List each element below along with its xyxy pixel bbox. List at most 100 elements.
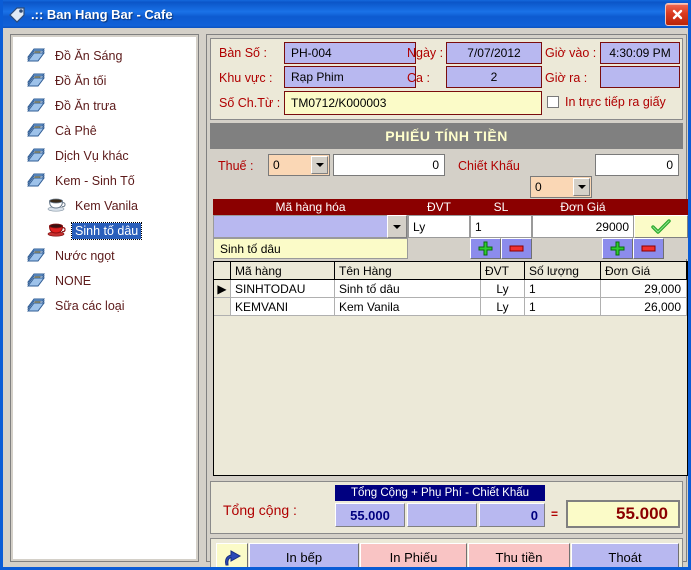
row-qty: 1: [525, 298, 601, 316]
grid-col-qty[interactable]: Số lượng: [525, 262, 601, 280]
grid-col-unit[interactable]: ĐVT: [481, 262, 525, 280]
tree-item-dich-vu-khac[interactable]: Dịch Vụ khác: [14, 143, 195, 168]
row-qty: 1: [525, 280, 601, 298]
tree-item-do-an-sang[interactable]: Đồ Ăn Sáng: [14, 43, 195, 68]
price-increase-button[interactable]: [602, 238, 633, 259]
close-button[interactable]: [665, 3, 688, 26]
date-field[interactable]: 7/07/2012: [446, 42, 542, 64]
redo-arrow-icon: [225, 549, 242, 565]
row-unit: Ly: [481, 298, 525, 316]
tree-item-nuoc-ngot[interactable]: Nước ngọt: [14, 243, 195, 268]
item-code-select[interactable]: [213, 215, 408, 238]
totals-label: Tổng cộng :: [223, 502, 297, 518]
tree-item-ca-phe[interactable]: Cà Phê: [14, 118, 195, 143]
tree-item-sua-cac-loai[interactable]: Sữa các loại: [14, 293, 195, 318]
doc-number-field[interactable]: TM0712/K000003: [284, 91, 542, 115]
tree-item-sinh-to-dau[interactable]: Sinh tố dâu: [14, 218, 195, 243]
tax-rate-value: 0: [273, 158, 280, 172]
print-direct-checkbox[interactable]: [547, 96, 559, 108]
row-code: KEMVANI: [231, 298, 335, 316]
tree-item-label: Đồ Ăn trưa: [55, 98, 117, 113]
green-check-icon: [651, 218, 671, 234]
row-indicator: [214, 298, 231, 316]
table-row[interactable]: ▶ SINHTODAU Sinh tố dâu Ly 1 29,000: [214, 280, 687, 298]
grid-col-price[interactable]: Đơn Giá: [601, 262, 687, 280]
folder-docs-icon: [26, 46, 46, 66]
item-price-field[interactable]: 29000: [532, 215, 634, 238]
time-in-label: Giờ vào :: [545, 46, 597, 60]
grid-col-code[interactable]: Mã hàng: [231, 262, 335, 280]
row-price: 26,000: [601, 298, 687, 316]
folder-docs-icon: [26, 246, 46, 266]
collect-money-button[interactable]: Thu tiền: [468, 543, 570, 567]
minus-icon: [509, 245, 524, 252]
time-out-label: Giờ ra :: [545, 71, 588, 85]
discount-amount-field[interactable]: 0: [595, 154, 679, 176]
shift-label: Ca :: [407, 71, 430, 85]
exit-button[interactable]: Thoát: [571, 543, 679, 567]
discount-total-field[interactable]: 0: [479, 503, 545, 527]
white-coffee-cup-icon: [47, 196, 66, 215]
tree-item-label: Sữa các loại: [55, 298, 125, 313]
table-number-field[interactable]: PH-004: [284, 42, 416, 64]
entry-spacer: [408, 238, 470, 259]
entry-col-action: [634, 199, 688, 215]
item-entry-header: Mã hàng hóa ĐVT SL Đơn Giá: [213, 199, 688, 215]
discount-label: Chiết Khấu: [458, 159, 520, 173]
price-decrease-button[interactable]: [633, 238, 664, 259]
action-bar: In bếp In Phiếu Thu tiền Thoát: [210, 538, 683, 567]
category-tree-panel: Đồ Ăn Sáng Đồ Ăn tối Đồ Ăn trưa Cà Phê D…: [10, 34, 199, 562]
chevron-down-icon[interactable]: [573, 178, 590, 196]
tree-item-label: Cà Phê: [55, 123, 97, 138]
tax-label: Thuế :: [218, 159, 254, 173]
time-in-field[interactable]: 4:30:09 PM: [600, 42, 680, 64]
doc-number-label: Số Ch.Từ :: [219, 96, 281, 110]
tree-item-do-an-toi[interactable]: Đồ Ăn tối: [14, 68, 195, 93]
chevron-down-icon[interactable]: [387, 215, 407, 238]
tree-item-none[interactable]: NONE: [14, 268, 195, 293]
plus-icon: [478, 241, 493, 256]
confirm-item-button[interactable]: [634, 215, 688, 238]
tree-item-kem-sinh-to[interactable]: Kem - Sinh Tố: [14, 168, 195, 193]
refresh-button[interactable]: [216, 543, 248, 567]
tree-item-label: Kem - Sinh Tố: [55, 173, 135, 188]
area-field[interactable]: Rạp Phim: [284, 66, 416, 88]
print-direct-label: In trực tiếp ra giấy: [565, 95, 666, 109]
discount-rate-select[interactable]: 0: [530, 176, 592, 198]
shift-field[interactable]: 2: [446, 66, 542, 88]
close-icon: [672, 9, 683, 20]
selected-item-name: Sinh tố dâu: [213, 238, 408, 259]
print-kitchen-button[interactable]: In bếp: [249, 543, 359, 567]
folder-docs-icon: [26, 171, 46, 191]
row-name: Sinh tố dâu: [335, 280, 481, 298]
tree-item-kem-vanila[interactable]: Kem Vanila: [14, 193, 195, 218]
tax-amount-field[interactable]: 0: [333, 154, 445, 176]
red-coffee-cup-icon: [47, 221, 66, 240]
plus-icon: [610, 241, 625, 256]
category-tree[interactable]: Đồ Ăn Sáng Đồ Ăn tối Đồ Ăn trưa Cà Phê D…: [13, 37, 196, 559]
minus-icon: [641, 245, 656, 252]
order-header-fields: Bàn Số : PH-004 Khu vực : Rạp Phim Số Ch…: [210, 38, 683, 120]
tree-item-do-an-trua[interactable]: Đồ Ăn trưa: [14, 93, 195, 118]
grid-col-name[interactable]: Tên Hàng: [335, 262, 481, 280]
table-row[interactable]: KEMVANI Kem Vanila Ly 1 26,000: [214, 298, 687, 316]
item-qty-field[interactable]: 1: [470, 215, 532, 238]
table-label: Bàn Số :: [219, 46, 267, 60]
item-unit-field[interactable]: Ly: [408, 215, 470, 238]
folder-docs-icon: [26, 271, 46, 291]
order-items-grid[interactable]: Mã hàng Tên Hàng ĐVT Số lượng Đơn Giá ▶ …: [213, 261, 688, 476]
qty-decrease-button[interactable]: [501, 238, 532, 259]
subtotal-field[interactable]: 55.000: [335, 503, 405, 527]
surcharge-field[interactable]: [407, 503, 477, 527]
qty-increase-button[interactable]: [470, 238, 501, 259]
tax-rate-select[interactable]: 0: [268, 154, 330, 176]
print-direct-row[interactable]: In trực tiếp ra giấy: [547, 95, 666, 109]
tree-item-label: Kem Vanila: [75, 198, 138, 213]
entry-col-unit: ĐVT: [427, 200, 451, 214]
entry-spacer-2: [532, 238, 602, 259]
row-code: SINHTODAU: [231, 280, 335, 298]
chevron-down-icon[interactable]: [311, 156, 328, 174]
print-bill-button[interactable]: In Phiếu: [360, 543, 467, 567]
time-out-field[interactable]: [600, 66, 680, 88]
equals-sign: =: [551, 507, 559, 521]
